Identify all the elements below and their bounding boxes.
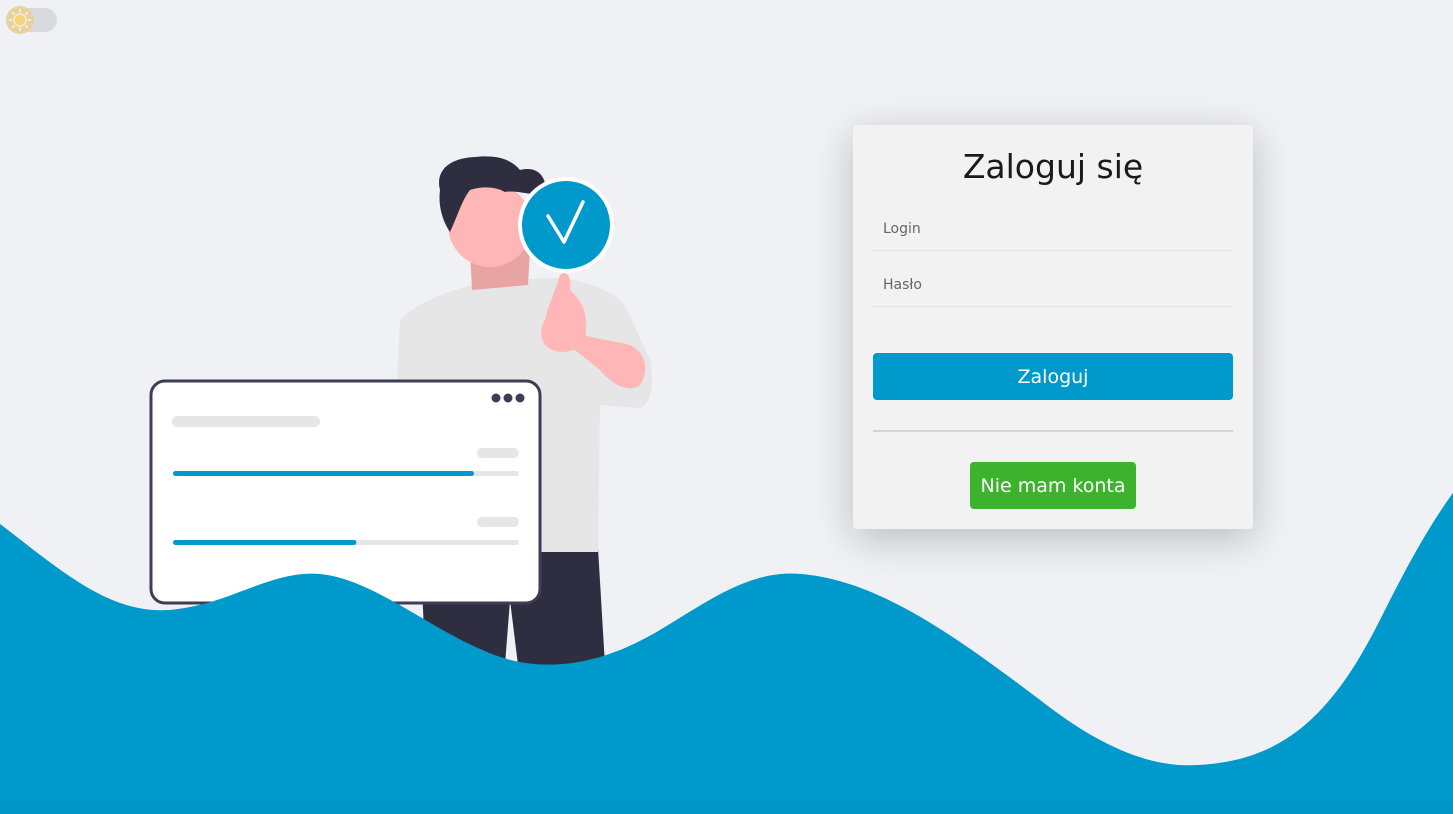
login-card: Zaloguj się Zaloguj Nie mam konta xyxy=(853,125,1253,529)
theme-toggle[interactable] xyxy=(6,6,57,34)
login-button[interactable]: Zaloguj xyxy=(873,353,1233,400)
login-title: Zaloguj się xyxy=(962,147,1144,186)
password-input[interactable] xyxy=(873,263,1233,307)
login-input[interactable] xyxy=(873,207,1233,251)
sun-icon xyxy=(6,6,34,34)
login-page: Zaloguj się Zaloguj Nie mam konta xyxy=(0,0,1453,814)
divider xyxy=(873,430,1233,432)
register-button[interactable]: Nie mam konta xyxy=(970,462,1136,509)
